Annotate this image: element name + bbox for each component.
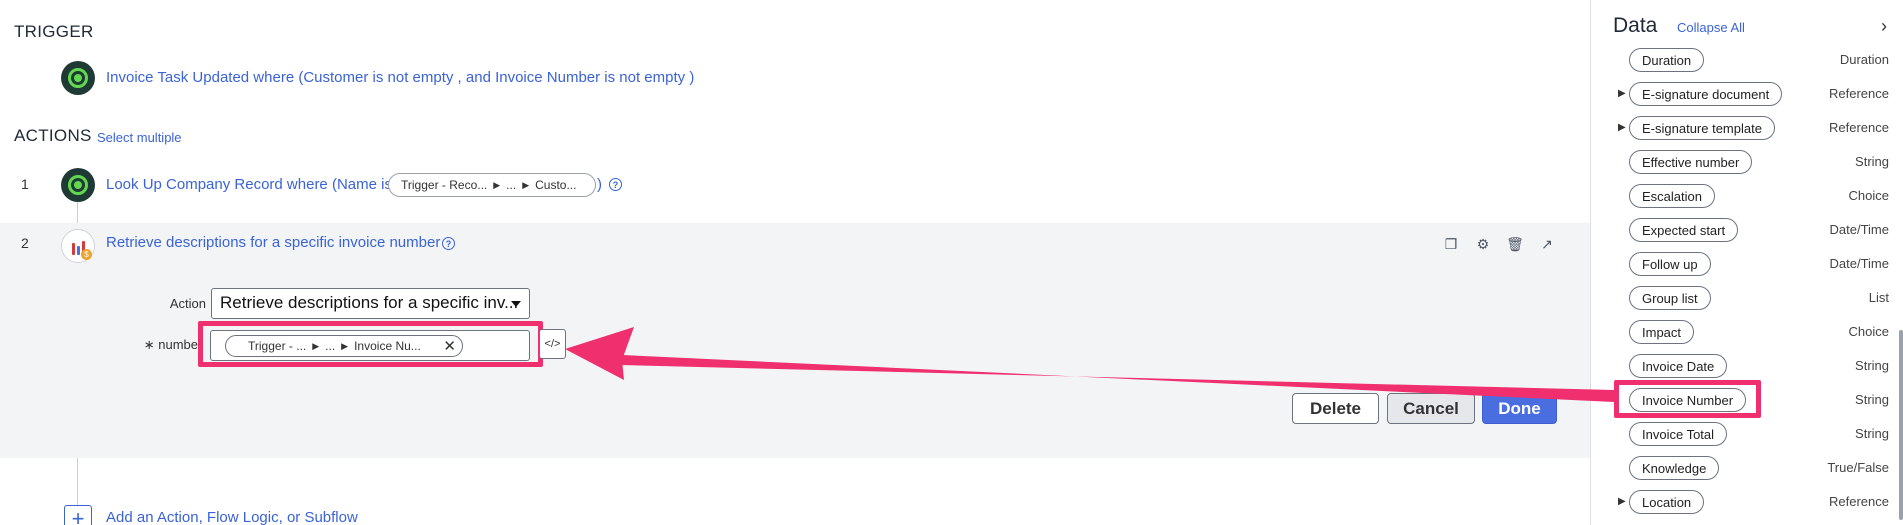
currency-badge-icon: $ [81, 249, 92, 260]
data-row[interactable]: ▶ E-signature template Reference [1591, 113, 1896, 147]
expand-triangle-icon[interactable]: ▶ [1618, 88, 1626, 99]
data-type: String [1855, 358, 1889, 373]
trigger-icon [61, 61, 95, 95]
connector-line [77, 458, 78, 505]
data-pill[interactable]: Expected start [1629, 218, 1739, 242]
data-type: Choice [1848, 324, 1889, 339]
data-pill[interactable]: E-signature document [1629, 82, 1783, 106]
data-row[interactable]: Invoice Total String [1591, 419, 1896, 453]
test-icon[interactable]: ⚙ [1474, 235, 1492, 253]
expand-triangle-icon[interactable]: ▶ [1618, 122, 1626, 133]
flow-canvas: TRIGGER Invoice Task Updated where (Cust… [0, 0, 1590, 525]
data-pill[interactable]: Group list [1629, 286, 1711, 310]
open-external-icon[interactable]: ↗ [1538, 235, 1556, 253]
data-pill[interactable]: Knowledge [1629, 456, 1720, 480]
flow-designer: TRIGGER Invoice Task Updated where (Cust… [0, 0, 1903, 525]
data-type: True/False [1827, 460, 1889, 475]
step-1-number: 1 [21, 176, 29, 192]
data-row[interactable]: Impact Choice [1591, 317, 1896, 351]
data-type: Reference [1829, 494, 1889, 509]
highlight-box [1614, 380, 1761, 418]
connector-line [77, 202, 78, 223]
step-1-close-paren: ) [597, 176, 602, 193]
copy-icon[interactable]: ❐ [1442, 235, 1460, 253]
data-pill[interactable]: Effective number [1629, 150, 1753, 174]
data-pill[interactable]: Invoice Total [1629, 422, 1728, 446]
data-type: Reference [1829, 120, 1889, 135]
data-row[interactable]: Effective number String [1591, 147, 1896, 181]
action-select[interactable]: Retrieve descriptions for a specific inv… [211, 288, 530, 319]
data-type: Date/Time [1829, 222, 1889, 237]
data-pill[interactable]: Impact [1629, 320, 1695, 344]
trigger-section-title: TRIGGER [14, 22, 94, 41]
cancel-button[interactable]: Cancel [1387, 393, 1475, 424]
data-type: String [1855, 154, 1889, 169]
chevron-right-icon[interactable]: › [1881, 16, 1887, 37]
number-field-label: ∗ numbe [143, 337, 198, 352]
trigger-description[interactable]: Invoice Task Updated where (Customer is … [106, 69, 694, 86]
chevron-down-icon [511, 301, 521, 307]
action-field-label: Action [169, 296, 206, 311]
data-row[interactable]: Knowledge True/False [1591, 453, 1896, 487]
data-type: Date/Time [1829, 256, 1889, 271]
collapse-all-link[interactable]: Collapse All [1677, 20, 1745, 35]
actions-section-title: ACTIONS [14, 126, 92, 145]
data-row[interactable]: ▶ Location Reference [1591, 487, 1896, 521]
data-row[interactable]: Follow up Date/Time [1591, 249, 1896, 283]
expand-triangle-icon: ▶ [493, 179, 501, 190]
data-type: String [1855, 426, 1889, 441]
script-icon[interactable]: </> [539, 329, 566, 359]
help-icon[interactable]: ? [442, 237, 455, 250]
pill-segment: Trigger - Reco... [401, 178, 488, 192]
delete-button[interactable]: Delete [1292, 393, 1379, 424]
flow-icon [61, 168, 95, 202]
step-1-description[interactable]: Look Up Company Record where (Name is [106, 176, 392, 193]
data-pill[interactable]: Follow up [1629, 252, 1711, 276]
data-row[interactable]: Group list List [1591, 283, 1896, 317]
highlight-box [198, 321, 543, 367]
data-pill[interactable]: Duration [1629, 48, 1705, 72]
data-type: List [1868, 290, 1889, 305]
expand-triangle-icon[interactable]: ▶ [1618, 496, 1626, 507]
data-type: String [1855, 392, 1889, 407]
data-type: Duration [1839, 52, 1889, 67]
action-select-value: Retrieve descriptions for a specific inv… [220, 293, 519, 312]
done-button[interactable]: Done [1482, 393, 1557, 424]
data-pill[interactable]: Escalation [1629, 184, 1715, 208]
expand-triangle-icon: ▶ [522, 179, 530, 190]
step-2-title[interactable]: Retrieve descriptions for a specific inv… [106, 234, 440, 251]
data-row[interactable]: Escalation Choice [1591, 181, 1896, 215]
pill-segment: Custo... [535, 178, 577, 192]
select-multiple-link[interactable]: Select multiple [97, 130, 182, 145]
data-pill[interactable]: Invoice Date [1629, 354, 1728, 378]
plus-icon[interactable]: + [64, 505, 92, 525]
data-row[interactable]: Duration Duration [1591, 45, 1896, 79]
data-pill[interactable]: E-signature template [1629, 116, 1775, 140]
data-pill[interactable]: Location [1629, 490, 1705, 514]
pill-segment: ... [506, 178, 517, 192]
add-action-link[interactable]: Add an Action, Flow Logic, or Subflow [106, 509, 358, 525]
data-row[interactable]: ▶ E-signature document Reference [1591, 79, 1896, 113]
help-icon[interactable]: ? [609, 178, 622, 191]
trash-icon[interactable]: 🗑 [1506, 235, 1524, 253]
flow-icon: $ [61, 229, 95, 263]
step-2-number: 2 [21, 235, 29, 251]
data-panel-title: Data [1613, 14, 1658, 37]
scrollbar[interactable] [1899, 330, 1903, 520]
data-type: Reference [1829, 86, 1889, 101]
data-type: Choice [1848, 188, 1889, 203]
data-panel: Data Collapse All › Duration Duration ▶ E-s… [1590, 0, 1903, 525]
step-1-data-pill[interactable]: Trigger - Reco... ▶ ... ▶ Custo... [388, 173, 596, 197]
data-row[interactable]: Expected start Date/Time [1591, 215, 1896, 249]
